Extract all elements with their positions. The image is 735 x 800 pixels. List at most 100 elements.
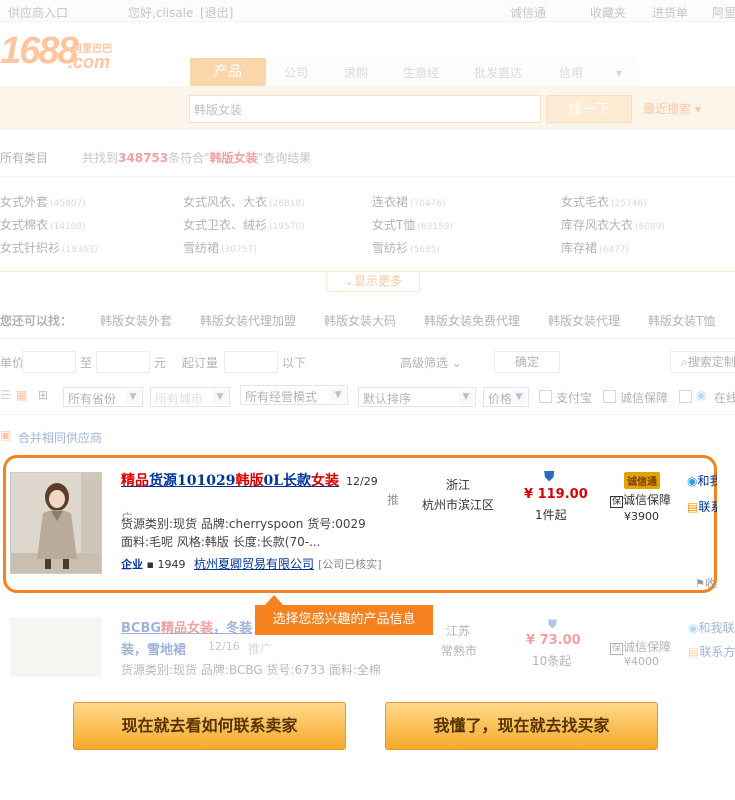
category-link[interactable]: 雪纺裙 (30757) (183, 239, 257, 256)
also-find-link[interactable]: 韩版女装代理加盟 (200, 312, 296, 329)
contact-info-link-2[interactable]: ▤联系方 (688, 643, 735, 660)
ali-link[interactable]: 阿里 (712, 4, 735, 21)
price-min-input[interactable] (22, 351, 76, 373)
purchase-list-link[interactable]: 进货单 (652, 4, 688, 21)
product-attrs-2: 货源类别:现货 品牌:BCBG 货号:6733 面料:全棉 (121, 663, 381, 677)
site-logo[interactable]: 1688 阿里巴巴 .com (0, 30, 118, 74)
favorites-link[interactable]: 收藏夹 (590, 4, 626, 21)
supplier-entry-link[interactable]: 供应商入口 (8, 4, 68, 21)
favorite-link-1[interactable]: ⚑收藏 (695, 575, 717, 591)
search-input[interactable]: 韩版女装 (189, 95, 541, 123)
merge-icon: ▣ (0, 428, 12, 442)
credit-label: 诚信保障 (620, 391, 669, 405)
recent-search-link[interactable]: 最近搜索 ▾ (643, 100, 701, 117)
go-find-buyer-button[interactable]: 我懂了，现在就去找买家 (385, 702, 658, 750)
alipay-checkbox[interactable] (539, 390, 552, 403)
category-link[interactable]: 女式毛衣 (25746) (561, 193, 647, 210)
category-link[interactable]: 女式风衣、大衣 (26818) (183, 193, 305, 210)
city-select[interactable]: 所有城市 ▼ (150, 387, 230, 407)
also-find-link[interactable]: 韩版女装免费代理 (424, 312, 520, 329)
confirm-button[interactable]: 确定 (494, 351, 560, 373)
province-select[interactable]: 所有省份 ▼ (63, 387, 143, 407)
result-count-text: 共找到348753条符合"韩版女装"查询结果 (82, 151, 312, 165)
search-tabs: 产品 公司 求购 生意经 批发直达 信用 ▾ (190, 58, 636, 88)
tab-wholesale[interactable]: 批发直达 (456, 58, 540, 88)
location-city-2: 常熟市 (441, 644, 478, 658)
category-link[interactable]: 库存风衣大衣 (6089) (561, 216, 665, 233)
tile-view-icon[interactable]: ⊞ (38, 388, 48, 402)
chengxintong-link[interactable]: 诚信通 (510, 4, 546, 21)
list-view-icon[interactable]: ☰ (0, 388, 11, 402)
credit-guarantee-2: 保诚信保障 (610, 640, 672, 655)
product-date-2: 12/16 (208, 640, 240, 653)
location-province-1: 浙江 (446, 478, 471, 492)
credit-checkbox[interactable] (603, 390, 616, 403)
also-find-link[interactable]: 韩版女装外套 (100, 312, 172, 329)
product-title-2[interactable]: BCBG精品女装，冬装 (121, 617, 252, 636)
all-categories-label: 所有类目 (0, 151, 49, 165)
product-title-1[interactable]: 精品货源101029韩版0L长款女装 (121, 470, 339, 490)
search-button[interactable]: 找一下 (546, 95, 632, 123)
min-order-2: 10条起 (532, 654, 572, 668)
tab-company[interactable]: 公司 (266, 58, 326, 88)
contact-info-link-1[interactable]: ▤联系方式 (687, 498, 717, 515)
chevron-down-icon: ▼ (459, 390, 473, 404)
location-city-1: 杭州市滨江区 (422, 498, 495, 512)
verified-badge: [公司已核实] (318, 558, 382, 571)
tab-business[interactable]: 生意经 (386, 58, 456, 88)
show-more-button[interactable]: ⌄显示更多 (326, 272, 420, 292)
custom-search-button[interactable]: ⌕搜索定制 (670, 351, 735, 373)
chevron-down-icon: ▼ (512, 390, 526, 404)
tab-more-icon[interactable]: ▾ (602, 58, 636, 88)
category-link[interactable]: 连衣裙 (70476) (372, 193, 446, 210)
product-image-1[interactable] (10, 472, 102, 574)
online-icon: ◉ (696, 388, 707, 402)
chat-icon: ◉ (688, 621, 699, 635)
company-link-1[interactable]: 杭州夏卿贸易有限公司 (194, 555, 314, 572)
product-title-2-line2[interactable]: 装，雪地裙 (121, 639, 186, 658)
grid-view-icon[interactable]: ▦ (16, 388, 27, 402)
learn-contact-seller-button[interactable]: 现在就去看如何联系卖家 (73, 702, 346, 750)
contact-link-1[interactable]: ◉和我联系 (687, 472, 717, 489)
category-link[interactable]: 女式卫衣、绒衫 (19570) (183, 216, 305, 233)
product-image-2[interactable] (10, 617, 102, 677)
sort-select[interactable]: 默认排序 ▼ (358, 387, 476, 407)
product-attrs-1: 货源类别:现货 品牌:cherryspoon 货号:0029 (121, 517, 366, 531)
also-find-label: 您还可以找： (0, 314, 73, 328)
logout-link[interactable]: [退出] (200, 4, 233, 21)
chat-icon: ◉ (687, 474, 698, 488)
enterprise-info: 企业 ▪ 1949 (121, 558, 186, 571)
divider (0, 338, 735, 339)
product-date-1: 12/29 (346, 475, 378, 488)
tooltip-arrow (265, 595, 283, 605)
top-bar: 供应商入口 您好,clisale [退出] 诚信通 收藏夹 进货单 阿里 (0, 0, 735, 22)
advanced-filter-link[interactable]: 高级筛选 ⌄ (400, 354, 462, 371)
category-link[interactable]: 女式针织衫 (19363) (0, 239, 98, 256)
product-photo (11, 473, 101, 573)
merge-suppliers-link[interactable]: 合并相同供应商 (18, 429, 102, 446)
also-find-link[interactable]: 韩版女装T恤 (648, 312, 715, 329)
min-order-input[interactable] (224, 351, 278, 373)
category-link[interactable]: 库存裙 (6477) (561, 239, 629, 256)
divider (0, 176, 735, 177)
contact-link-2[interactable]: ◉和我联 (688, 619, 735, 636)
price-max-input[interactable] (96, 351, 150, 373)
price-sort-button[interactable]: 价格 ▼ (483, 387, 529, 407)
mode-select[interactable]: 所有经营模式 ▼ (240, 385, 348, 405)
also-find-link[interactable]: 韩版女装大码 (324, 312, 396, 329)
unit-label: 元 (154, 356, 167, 370)
product-price-1: ¥ 119.00 (524, 487, 588, 502)
category-link[interactable]: 女式棉衣 (14108) (0, 216, 86, 233)
category-link[interactable]: 女式T恤 (63159) (372, 216, 453, 233)
also-find-link[interactable]: 韩版女装代理 (548, 312, 620, 329)
category-link[interactable]: 雪纺衫 (5635) (372, 239, 440, 256)
guide-tooltip: 选择您感兴趣的产品信息 (255, 605, 433, 635)
online-checkbox[interactable] (679, 390, 692, 403)
below-label: 以下 (282, 356, 307, 370)
tab-product[interactable]: 产品 (190, 58, 266, 88)
greeting-text: 您好,clisale (128, 6, 194, 20)
category-link[interactable]: 女式外套 (45807) (0, 193, 86, 210)
tab-credit[interactable]: 信用 (540, 58, 602, 88)
card-icon: ▤ (687, 500, 699, 514)
tab-buy[interactable]: 求购 (326, 58, 386, 88)
